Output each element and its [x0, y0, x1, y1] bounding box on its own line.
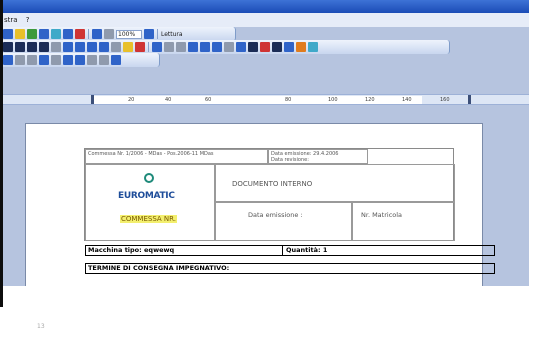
split-cells-icon[interactable] — [27, 55, 37, 65]
line-spacing-icon[interactable] — [51, 42, 61, 52]
decrease-indent-icon[interactable] — [87, 42, 97, 52]
revision-date: Data revisione: — [271, 157, 309, 163]
paste-icon[interactable] — [63, 29, 73, 39]
fill-icon[interactable] — [236, 42, 246, 52]
align-cell-icon[interactable] — [39, 55, 49, 65]
formatting-toolbar — [0, 40, 450, 54]
drawing-icon[interactable] — [152, 42, 162, 52]
help-icon[interactable] — [144, 29, 154, 39]
font-color-2-icon[interactable] — [260, 42, 270, 52]
slide-border — [0, 0, 3, 307]
ruler-label: 100 — [328, 97, 338, 103]
align-right-icon[interactable] — [27, 42, 37, 52]
title-bar — [0, 0, 529, 13]
header-info-cell: Commessa Nr. 1/2006 - MDas - Pos.2006-11… — [85, 149, 268, 164]
border-icon[interactable] — [111, 42, 121, 52]
print-icon[interactable] — [3, 29, 13, 39]
text-box-icon[interactable] — [164, 42, 174, 52]
line-style-icon[interactable] — [272, 42, 282, 52]
menu-bar: stra ? — [0, 13, 529, 27]
autoformat-icon[interactable] — [63, 55, 73, 65]
text-direction-icon[interactable] — [75, 55, 85, 65]
diagram-icon[interactable] — [188, 42, 198, 52]
delivery-term: TERMINE DI CONSEGNA IMPEGNATIVO: — [88, 264, 230, 272]
matricola-label: Nr. Matricola — [361, 211, 403, 219]
wordart-icon[interactable] — [176, 42, 186, 52]
horizontal-ruler[interactable]: 20 40 60 80 100 120 140 160 — [0, 94, 529, 105]
copy-icon[interactable] — [51, 29, 61, 39]
document-title: DOCUMENTO INTERNO — [232, 180, 313, 188]
header-date-cell: Data emissione: 29.4.2006 Data revisione… — [268, 149, 368, 164]
picture-icon[interactable] — [212, 42, 222, 52]
slide-number: 13 — [37, 323, 45, 330]
machine-row: Macchina tipo: eqwewq Quantità: 1 — [85, 245, 495, 256]
machine-type: Macchina tipo: eqwewq — [88, 246, 175, 254]
commessa-label: COMMESSA NR. — [120, 215, 178, 223]
insert-table-icon[interactable] — [3, 55, 13, 65]
tables-toolbar — [0, 53, 160, 67]
header-table: Commessa Nr. 1/2006 - MDas - Pos.2006-11… — [84, 148, 455, 241]
3d-icon[interactable] — [308, 42, 318, 52]
data-emissione-label: Data emissione : — [248, 211, 303, 219]
logo-cell: EUROMATIC COMMESSA NR. — [85, 164, 215, 241]
spelling-icon[interactable] — [27, 29, 37, 39]
preview-icon[interactable] — [15, 29, 25, 39]
format-painter-icon[interactable] — [75, 29, 85, 39]
toolbar-separator — [88, 29, 89, 39]
clipart-icon[interactable] — [200, 42, 210, 52]
show-formatting-icon[interactable] — [104, 29, 114, 39]
title-cell: DOCUMENTO INTERNO — [215, 164, 455, 202]
right-indent-marker[interactable] — [468, 95, 471, 104]
sort-desc-icon[interactable] — [99, 55, 109, 65]
justify-icon[interactable] — [39, 42, 49, 52]
increase-indent-icon[interactable] — [99, 42, 109, 52]
align-center-icon[interactable] — [15, 42, 25, 52]
data-emissione-cell: Data emissione : — [215, 202, 352, 241]
ruler-label: 20 — [128, 97, 135, 103]
menu-item-window[interactable]: stra — [4, 16, 18, 24]
ruler-label: 40 — [165, 97, 172, 103]
matricola-cell: Nr. Matricola — [352, 202, 455, 241]
company-logo: EUROMATIC — [118, 191, 175, 201]
bullets-icon[interactable] — [75, 42, 85, 52]
table-icon[interactable] — [92, 29, 102, 39]
standard-toolbar: 100% Lettura — [0, 27, 236, 41]
sort-asc-icon[interactable] — [87, 55, 97, 65]
dash-style-icon[interactable] — [284, 42, 294, 52]
document-page[interactable]: Commessa Nr. 1/2006 - MDas - Pos.2006-11… — [25, 123, 495, 286]
highlight-icon[interactable] — [123, 42, 133, 52]
ruler-label: 80 — [285, 97, 292, 103]
distribute-rows-icon[interactable] — [51, 55, 61, 65]
cut-icon[interactable] — [39, 29, 49, 39]
shadow-icon[interactable] — [296, 42, 306, 52]
align-left-icon[interactable] — [3, 42, 13, 52]
euromatic-logo-icon — [144, 173, 154, 183]
shape-icon[interactable] — [224, 42, 234, 52]
row-divider — [282, 246, 283, 255]
line-icon[interactable] — [248, 42, 258, 52]
word-window: stra ? 100% Lettura 20 40 60 80 100 120 … — [0, 0, 529, 286]
ruler-label: 140 — [402, 97, 412, 103]
read-mode-button[interactable]: Lettura — [161, 31, 183, 38]
menu-item-help[interactable]: ? — [26, 16, 30, 24]
quantity: Quantità: 1 — [286, 246, 328, 254]
numbering-icon[interactable] — [63, 42, 73, 52]
ruler-label: 60 — [205, 97, 212, 103]
ruler-label: 160 — [440, 97, 450, 103]
commessa-reference: Commessa Nr. 1/2006 - MDas - Pos.2006-11… — [88, 151, 214, 157]
delivery-row: TERMINE DI CONSEGNA IMPEGNATIVO: — [85, 263, 495, 274]
left-indent-marker[interactable] — [91, 95, 94, 104]
toolbar-separator — [157, 29, 158, 39]
merge-cells-icon[interactable] — [15, 55, 25, 65]
toolbar-separator — [148, 42, 149, 52]
font-color-icon[interactable] — [135, 42, 145, 52]
zoom-select[interactable]: 100% — [116, 29, 142, 39]
autosum-icon[interactable] — [111, 55, 121, 65]
ruler-label: 120 — [365, 97, 375, 103]
